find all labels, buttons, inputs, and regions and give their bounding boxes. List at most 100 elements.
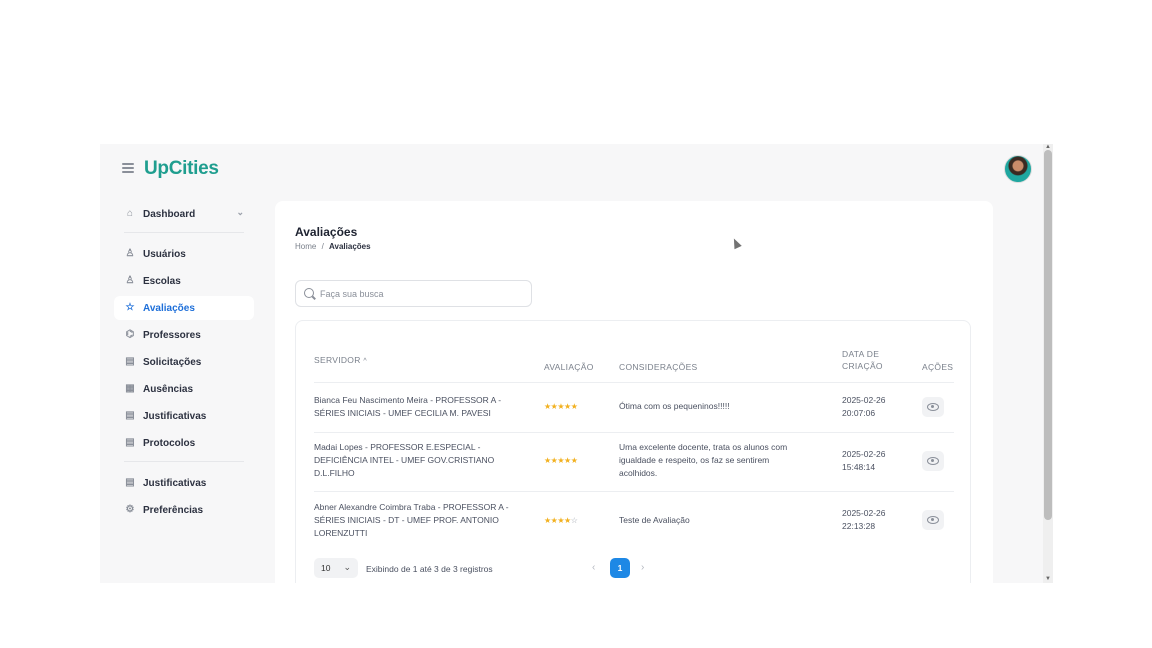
column-header-label: DATA DE [842, 349, 880, 359]
user-icon: ♙ [125, 248, 135, 259]
page-1-button[interactable]: 1 [610, 558, 630, 578]
sidebar-item-solicitacoes[interactable]: ▤ Solicitações [114, 350, 254, 374]
star-icon: ☆ [570, 516, 578, 525]
page-size-select[interactable]: 10 ⌄ [314, 558, 358, 578]
sidebar-item-avaliacoes[interactable]: ☆ Avaliações [114, 296, 254, 320]
sidebar-item-justificativas-2[interactable]: ▤ Justificativas [114, 471, 254, 495]
view-button[interactable] [922, 451, 944, 471]
cell-time: 20:07:06 [842, 408, 876, 418]
sidebar-item-label: Justificativas [143, 477, 207, 489]
sidebar-item-ausencias[interactable]: ▦ Ausências [114, 377, 254, 401]
column-header-acoes: AÇÕES [922, 362, 954, 372]
cell-text: igualdade e respeito, os faz se sentirem [619, 455, 770, 465]
sidebar-item-label: Professores [143, 329, 201, 341]
cell-servidor: Bianca Feu Nascimento Meira - PROFESSOR … [314, 394, 534, 420]
cell-text: acolhidos. [619, 468, 658, 478]
sidebar-item-justificativas[interactable]: ▤ Justificativas [114, 404, 254, 428]
sort-ascending-icon[interactable]: ^ [363, 358, 367, 365]
sidebar-item-label: Usuários [143, 248, 186, 260]
column-header-consideracoes: CONSIDERAÇÕES [619, 362, 698, 372]
sidebar-item-protocolos[interactable]: ▤ Protocolos [114, 431, 254, 455]
cell-consideracoes: Uma excelente docente, trata os alunos c… [619, 441, 819, 480]
cell-time: 15:48:14 [842, 462, 876, 472]
sidebar-divider [124, 232, 244, 233]
sidebar-item-label: Ausências [143, 383, 194, 395]
hamburger-menu-icon[interactable] [122, 163, 134, 175]
cell-date: 2025-02-26 [842, 508, 886, 518]
column-header-label: SERVIDOR [314, 355, 361, 365]
sidebar-item-preferencias[interactable]: ⚙ Preferências [114, 498, 254, 522]
pagination-info: Exibindo de 1 até 3 de 3 registros [366, 564, 493, 574]
table-row: Bianca Feu Nascimento Meira - PROFESSOR … [314, 382, 954, 432]
vertical-scrollbar[interactable]: ▲ ▼ [1043, 144, 1053, 583]
star-icon: ★★★★★ [544, 456, 578, 465]
user-icon: ♙ [125, 275, 135, 286]
cell-date: 2025-02-26 [842, 449, 886, 459]
cell-text: Bianca Feu Nascimento Meira - PROFESSOR … [314, 395, 502, 405]
cell-time: 22:13:28 [842, 521, 876, 531]
cell-text: LORENZUTTI [314, 528, 368, 538]
cell-text: Madai Lopes - PROFESSOR E.ESPECIAL - [314, 442, 481, 452]
cell-consideracoes: Teste de Avaliação [619, 515, 690, 525]
previous-page-button[interactable]: ‹ [592, 562, 595, 573]
chevron-down-icon: ⌄ [343, 562, 351, 572]
eye-icon [927, 516, 939, 524]
cell-data-criacao: 2025-02-26 15:48:14 [842, 448, 885, 474]
cell-text: Abner Alexandre Coimbra Traba - PROFESSO… [314, 502, 509, 512]
sidebar-item-label: Avaliações [143, 302, 195, 314]
table-row: Madai Lopes - PROFESSOR E.ESPECIAL - DEF… [314, 432, 954, 491]
sidebar-item-usuarios[interactable]: ♙ Usuários [114, 242, 254, 266]
sidebar-divider [124, 461, 244, 462]
sidebar-item-label: Protocolos [143, 437, 196, 449]
view-button[interactable] [922, 510, 944, 530]
sidebar: ⌂ Dashboard ⌄ ♙ Usuários ♙ Escolas ☆ Ava… [114, 202, 254, 525]
cell-date: 2025-02-26 [842, 395, 886, 405]
breadcrumb-current: Avaliações [329, 242, 371, 251]
app-logo[interactable]: UpCities [144, 158, 219, 180]
cell-text: SÉRIES INICIAIS - UMEF CECILIA M. PAVESI [314, 408, 491, 418]
cell-data-criacao: 2025-02-26 22:13:28 [842, 507, 885, 533]
calendar-icon: ▦ [125, 383, 135, 394]
cell-text: SÉRIES INICIAIS - DT - UMEF PROF. ANTONI… [314, 515, 499, 525]
table-row: Abner Alexandre Coimbra Traba - PROFESSO… [314, 491, 954, 549]
document-icon: ▤ [125, 477, 135, 488]
star-icon: ★★★★ [544, 516, 571, 525]
search-input[interactable] [320, 286, 520, 302]
star-icon: ☆ [125, 302, 135, 313]
document-icon: ▤ [125, 437, 135, 448]
chevron-down-icon[interactable]: ⌄ [236, 207, 244, 218]
view-button[interactable] [922, 397, 944, 417]
sidebar-item-label: Preferências [143, 504, 204, 516]
next-page-button[interactable]: › [641, 562, 644, 573]
cell-text: D.L.FILHO [314, 468, 355, 478]
document-icon: ▤ [125, 410, 135, 421]
cell-text: DEFICIÊNCIA INTEL - UMEF GOV.CRISTIANO [314, 455, 495, 465]
cell-text: Uma excelente docente, trata os alunos c… [619, 442, 788, 452]
column-header-avaliacao: AVALIAÇÃO [544, 362, 594, 372]
document-icon: ▤ [125, 356, 135, 367]
sidebar-item-label: Dashboard [143, 208, 196, 220]
cell-data-criacao: 2025-02-26 20:07:06 [842, 394, 885, 420]
home-icon: ⌂ [126, 208, 134, 219]
sidebar-item-professores[interactable]: ⌬ Professores [114, 323, 254, 347]
cell-servidor: Abner Alexandre Coimbra Traba - PROFESSO… [314, 501, 539, 540]
scroll-down-icon[interactable]: ▼ [1043, 575, 1053, 583]
evaluations-table: SERVIDOR ^ AVALIAÇÃO CONSIDERAÇÕES DATA … [295, 320, 971, 583]
sidebar-item-label: Justificativas [143, 410, 207, 422]
user-avatar[interactable] [1004, 155, 1032, 183]
app-window: UpCities ⌂ Dashboard ⌄ ♙ Usuários ♙ Esco… [100, 144, 1053, 583]
column-header-servidor[interactable]: SERVIDOR ^ [314, 354, 367, 368]
cell-servidor: Madai Lopes - PROFESSOR E.ESPECIAL - DEF… [314, 441, 534, 480]
top-bar: UpCities [100, 144, 1043, 194]
cell-consideracoes: Ótima com os pequeninos!!!!! [619, 401, 730, 411]
sidebar-item-dashboard[interactable]: ⌂ Dashboard ⌄ [114, 202, 254, 226]
column-header-label: CRIAÇÃO [842, 361, 883, 371]
breadcrumb-separator: / [321, 242, 324, 251]
sidebar-item-escolas[interactable]: ♙ Escolas [114, 269, 254, 293]
sidebar-item-label: Escolas [143, 275, 181, 287]
eye-icon [927, 403, 939, 411]
page-title: Avaliações [295, 225, 358, 239]
breadcrumb-home[interactable]: Home [295, 242, 316, 251]
rating-stars: ★★★★★ [544, 402, 578, 411]
scrollbar-thumb[interactable] [1044, 150, 1052, 520]
